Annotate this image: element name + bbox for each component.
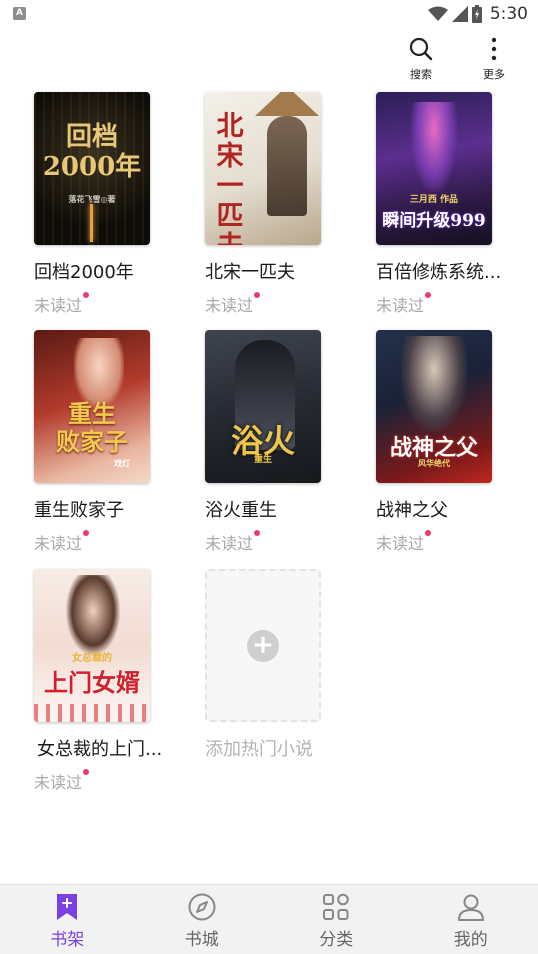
- status-bar: A 5:30: [0, 0, 538, 28]
- cover-author-text: 重生: [253, 455, 272, 465]
- cover-title-text: 回档 2000年: [42, 122, 142, 182]
- plus-icon: +: [247, 629, 279, 662]
- read-status: 未读过: [34, 530, 90, 554]
- clock: 5:30: [489, 4, 528, 24]
- unread-dot: [83, 530, 90, 536]
- more-label: 更多: [483, 68, 505, 81]
- book-cover[interactable]: 战神之父 风华绝代: [376, 330, 492, 483]
- nav-profile[interactable]: 我的: [404, 885, 538, 954]
- unread-dot: [83, 769, 90, 775]
- unread-dot: [83, 292, 90, 298]
- cover-title-text: 重生 败家子: [56, 399, 128, 456]
- unread-dot: [254, 530, 261, 536]
- book-item[interactable]: 北宋一匹夫 北宋一匹夫 未读过: [205, 92, 355, 316]
- compass-icon: [188, 893, 216, 921]
- add-book-label: 添加热门小说: [205, 739, 313, 760]
- add-book-card[interactable]: +: [205, 569, 321, 722]
- status-icons: 5:30: [427, 3, 528, 25]
- cover-author-text: 戏灯: [114, 458, 130, 468]
- nav-bookstore[interactable]: 书城: [135, 885, 270, 954]
- read-status: 未读过: [34, 292, 90, 316]
- nav-label: 我的: [453, 930, 488, 950]
- book-cover[interactable]: 回档 2000年 落花飞雪◎著: [34, 92, 150, 245]
- notification-icon: A: [13, 7, 26, 20]
- book-cover[interactable]: 女总裁的 上门女婿: [34, 569, 150, 722]
- book-cover[interactable]: 浴火 重生: [205, 330, 321, 483]
- read-status: 未读过: [205, 530, 261, 554]
- book-item[interactable]: 回档 2000年 落花飞雪◎著 回档2000年 未读过: [34, 92, 184, 316]
- book-item[interactable]: 三月西 作品 瞬间升级999 百倍修炼系统... 未读过: [376, 92, 526, 316]
- book-cover[interactable]: 三月西 作品 瞬间升级999: [376, 92, 492, 245]
- search-icon: [409, 37, 433, 61]
- cover-title-text: 瞬间升级999: [382, 211, 486, 231]
- unread-dot: [425, 530, 432, 536]
- book-title: 浴火重生: [205, 500, 277, 521]
- book-title: 战神之父: [376, 500, 448, 521]
- book-item[interactable]: 战神之父 风华绝代 战神之父 未读过: [376, 330, 526, 554]
- cover-author-text: 女总裁的: [72, 653, 112, 664]
- cover-title-text: 北宋一匹夫: [216, 111, 244, 246]
- wifi-icon: [427, 6, 448, 21]
- signal-icon: [451, 6, 468, 22]
- more-vertical-icon: [491, 37, 497, 61]
- nav-bookshelf[interactable]: 书架: [0, 885, 135, 954]
- battery-icon: [471, 5, 482, 23]
- cover-title-text: 上门女婿: [44, 668, 140, 697]
- bookmark-icon: [57, 894, 78, 920]
- nav-category[interactable]: 分类: [269, 885, 404, 954]
- unread-dot: [425, 292, 432, 298]
- grid-icon: [323, 893, 350, 920]
- book-item[interactable]: 重生 败家子 戏灯 重生败家子 未读过: [34, 330, 184, 554]
- cover-author-text: 风华绝代: [418, 458, 450, 468]
- unread-dot: [254, 292, 261, 298]
- add-book-item[interactable]: + 添加热门小说: [205, 569, 355, 761]
- nav-label: 分类: [319, 930, 354, 950]
- read-status: 未读过: [205, 292, 261, 316]
- book-cover[interactable]: 北宋一匹夫: [205, 92, 321, 245]
- header-actions: 搜索 更多: [401, 36, 514, 82]
- search-button[interactable]: 搜索: [401, 36, 441, 82]
- read-status: 未读过: [34, 769, 90, 793]
- user-icon: [457, 894, 484, 921]
- book-item[interactable]: 女总裁的 上门女婿 女总裁的上门... 未读过: [34, 569, 184, 793]
- read-status: 未读过: [376, 292, 432, 316]
- search-label: 搜索: [410, 68, 432, 81]
- book-cover[interactable]: 重生 败家子 戏灯: [34, 330, 150, 483]
- cover-author-text: 三月西 作品: [409, 195, 459, 205]
- book-item[interactable]: 浴火 重生 浴火重生 未读过: [205, 330, 355, 554]
- book-title: 回档2000年: [34, 262, 134, 283]
- nav-label: 书架: [50, 930, 85, 950]
- book-title: 重生败家子: [34, 500, 124, 521]
- book-title: 女总裁的上门...: [37, 739, 163, 760]
- nav-label: 书城: [184, 930, 219, 950]
- read-status: 未读过: [376, 530, 432, 554]
- book-title: 北宋一匹夫: [205, 262, 295, 283]
- bottom-nav: 书架 书城 分类 我的: [0, 884, 538, 954]
- more-button[interactable]: 更多: [474, 36, 514, 82]
- book-title: 百倍修炼系统...: [376, 262, 502, 283]
